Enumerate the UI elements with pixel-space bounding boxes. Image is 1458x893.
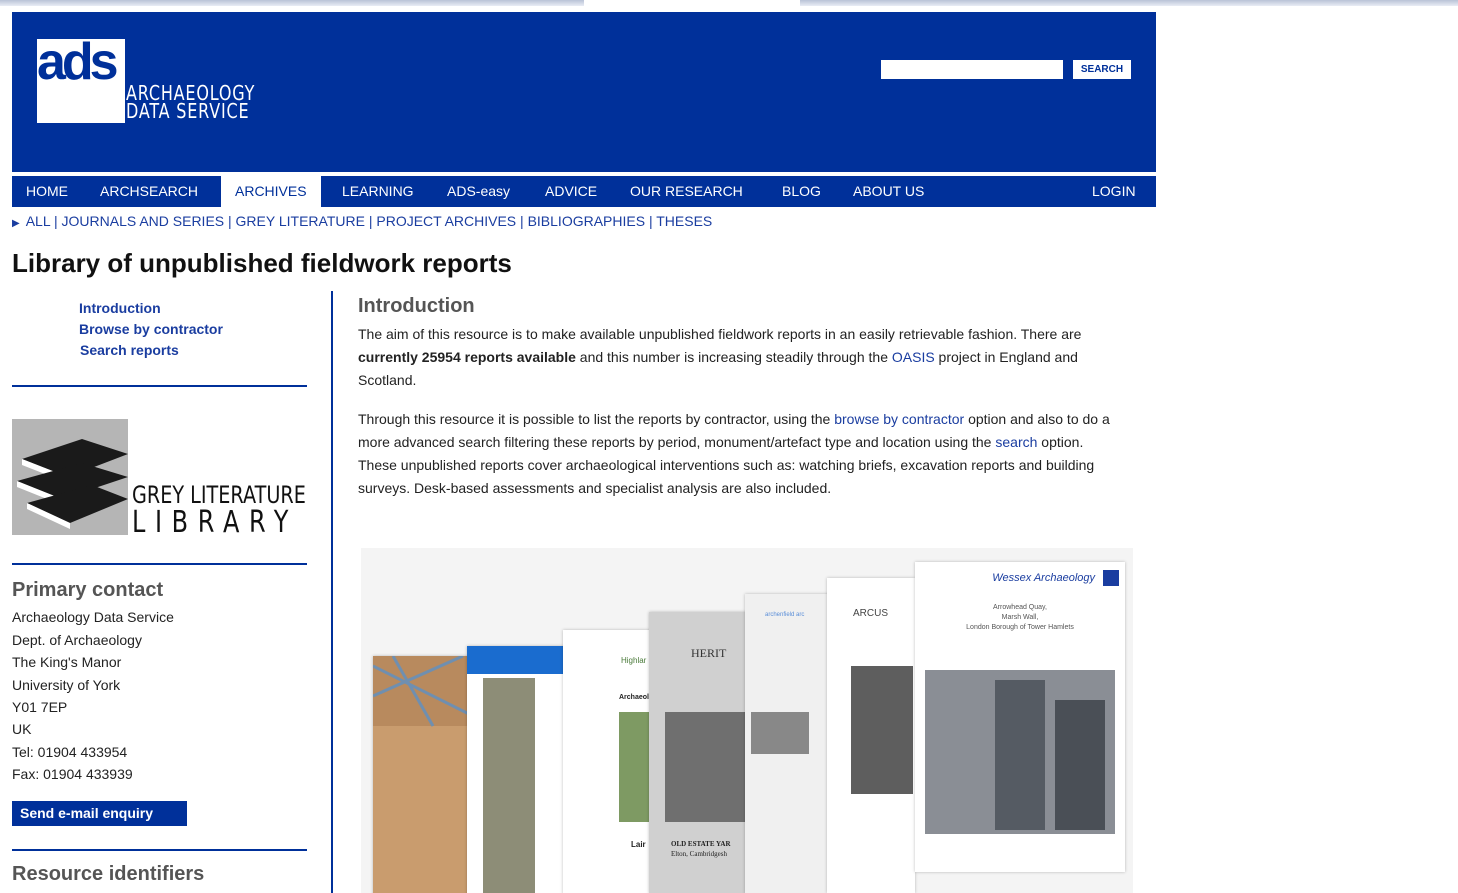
contact-line: Dept. of Archaeology	[12, 632, 142, 648]
sidebar-link-search-reports[interactable]: Search reports	[80, 342, 179, 358]
divider	[12, 385, 307, 387]
cover-text: Highlar	[621, 656, 647, 665]
page-title: Library of unpublished fieldwork reports	[12, 248, 512, 278]
logo-line-2: DATA SERVICE	[126, 99, 250, 123]
wessex-logo-icon	[1103, 570, 1119, 586]
cover-text: ARCUS	[853, 608, 889, 619]
cover-text: Arrowhead Quay,	[993, 604, 1047, 611]
intro-heading: Introduction	[358, 295, 475, 317]
nav-login[interactable]: LOGIN	[1078, 176, 1150, 207]
search-link[interactable]: search	[995, 434, 1037, 450]
report-cover-archenfield: archenfield arc	[745, 594, 829, 893]
site-header: ads ARCHAEOLOGY DATA SERVICE SEARCH	[12, 12, 1156, 172]
books-stack-image	[12, 419, 128, 535]
cover-text: Elton, Cambridgesh	[671, 850, 727, 858]
subnav-separator: |	[645, 213, 657, 229]
report-covers-collage: Highlar Archaeol Lair HERIT OLD ESTATE Y…	[361, 548, 1133, 893]
contact-heading: Primary contact	[12, 579, 164, 601]
grey-literature-library-logo: GREY LITERATURE LIBRARY	[12, 419, 322, 540]
ads-logo-text[interactable]: ARCHAEOLOGY DATA SERVICE	[126, 83, 255, 123]
subnav-separator: |	[516, 213, 528, 229]
nav-blog[interactable]: BLOG	[768, 176, 835, 207]
subnav-theses[interactable]: THESES	[656, 213, 712, 229]
subnav-separator: |	[364, 213, 377, 229]
report-cover-heritage: HERIT OLD ESTATE YAR Elton, Cambridgesh	[649, 612, 759, 893]
ads-logo-mark[interactable]: ads	[37, 32, 119, 92]
oasis-link[interactable]: OASIS	[892, 349, 935, 365]
photo-strip	[483, 678, 535, 893]
cover-text: OLD ESTATE YAR	[671, 840, 731, 848]
books-stack-icon	[12, 419, 128, 535]
intro-paragraph-1: The aim of this resource is to make avai…	[358, 323, 1118, 392]
contact-line: UK	[12, 721, 32, 737]
divider	[12, 849, 307, 851]
nav-home[interactable]: HOME	[12, 176, 82, 207]
subnav-project-archives[interactable]: PROJECT ARCHIVES	[376, 213, 516, 229]
cover-text: HERIT	[691, 646, 727, 660]
text: and this number is increasing steadily t…	[575, 349, 892, 365]
cover-text: London Borough of Tower Hamlets	[966, 624, 1074, 631]
cover-text: Wessex Archaeology	[992, 572, 1095, 584]
sidebar-link-introduction[interactable]: Introduction	[79, 300, 161, 316]
subnav-journals[interactable]: JOURNALS AND SERIES	[62, 213, 225, 229]
subnav-all[interactable]: ALL	[26, 213, 50, 229]
gl-logo-line-2: LIBRARY	[132, 505, 299, 540]
text: Through this resource it is possible to …	[358, 411, 835, 427]
sub-nav: ▶ ALL | JOURNALS AND SERIES | GREY LITERA…	[12, 213, 712, 229]
main-nav: HOME ARCHSEARCH ARCHIVES LEARNING ADS-ea…	[12, 176, 1156, 207]
sidebar-link-browse-by-contractor[interactable]: Browse by contractor	[79, 321, 223, 337]
building-photos	[851, 666, 913, 794]
text: The aim of this resource is to make avai…	[358, 326, 1082, 342]
contact-line: Fax: 01904 433939	[12, 766, 133, 782]
nav-learning[interactable]: LEARNING	[328, 176, 428, 207]
resource-identifiers-heading: Resource identifiers	[12, 863, 205, 885]
contact-line: Y01 7EP	[12, 699, 68, 715]
subnav-bibliographies[interactable]: BIBLIOGRAPHIES	[528, 213, 645, 229]
nav-ads-easy[interactable]: ADS-easy	[433, 176, 524, 207]
nav-archives[interactable]: ARCHIVES	[221, 176, 321, 207]
map-cover	[372, 654, 474, 893]
nav-our-research[interactable]: OUR RESEARCH	[616, 176, 757, 207]
tower-shape	[995, 680, 1045, 830]
nav-advice[interactable]: ADVICE	[531, 176, 611, 207]
cover-band	[467, 646, 577, 674]
contact-line: The King's Manor	[12, 654, 122, 670]
report-cover-arcus: ARCUS	[827, 578, 915, 893]
report-cover-wessex: Wessex Archaeology Arrowhead Quay, Marsh…	[915, 562, 1125, 872]
divider	[12, 563, 307, 565]
triangle-right-icon: ▶	[12, 218, 20, 229]
aerial-photo	[619, 712, 653, 822]
cover-text: Marsh Wall,	[1001, 614, 1039, 621]
report-cover	[467, 646, 577, 893]
construction-photo	[925, 670, 1115, 834]
map-image	[372, 654, 474, 727]
browser-top-strip	[0, 0, 1458, 6]
search-button[interactable]: SEARCH	[1073, 60, 1131, 79]
intro-paragraph-2: Through this resource it is possible to …	[358, 408, 1118, 500]
nav-archsearch[interactable]: ARCHSEARCH	[86, 176, 212, 207]
column-divider	[331, 291, 333, 893]
browse-by-contractor-link[interactable]: browse by contractor	[834, 411, 964, 427]
report-count: currently 25954 reports available	[358, 349, 576, 365]
contact-line: Tel: 01904 433954	[12, 744, 128, 760]
subnav-separator: |	[50, 213, 62, 229]
contact-line: Archaeology Data Service	[12, 609, 174, 625]
subnav-separator: |	[224, 213, 236, 229]
cover-text: Lair	[631, 840, 646, 849]
nav-about-us[interactable]: ABOUT US	[839, 176, 938, 207]
contact-line: University of York	[12, 677, 121, 693]
cover-text: archenfield arc	[765, 612, 805, 618]
landscape-photo	[751, 712, 809, 754]
subnav-grey-literature[interactable]: GREY LITERATURE	[236, 213, 365, 229]
search-input[interactable]	[881, 60, 1063, 79]
cover-text: Archaeol	[619, 694, 649, 701]
tower-shape	[1055, 700, 1105, 830]
browser-tab	[584, 0, 800, 6]
send-email-button[interactable]: Send e-mail enquiry	[12, 801, 187, 826]
